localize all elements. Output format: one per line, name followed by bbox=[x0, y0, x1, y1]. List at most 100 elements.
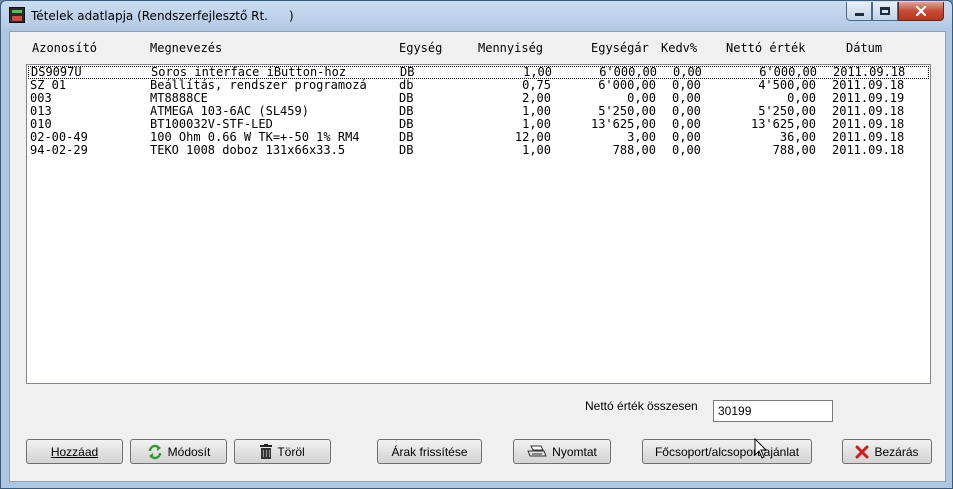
minimize-icon bbox=[854, 12, 864, 16]
list-item[interactable]: 013 ATMEGA 103-6AC (SL459) DB 1,00 5'250… bbox=[27, 105, 930, 118]
window-title: Tételek adatlapja (Rendszerfejlesztő Rt. bbox=[31, 9, 268, 23]
list-item[interactable]: 003 MT8888CE DB 2,00 0,00 0,00 0,00 2011… bbox=[27, 92, 930, 105]
item-id: 003 bbox=[30, 92, 52, 105]
list-item[interactable]: 94-02-29 TEKO 1008 doboz 131x66x33.5 DB … bbox=[27, 144, 930, 157]
item-quantity: 1,00 bbox=[523, 66, 552, 79]
item-id: 02-00-49 bbox=[30, 131, 88, 144]
item-unit-price: 5'250,00 bbox=[598, 105, 656, 118]
delete-button-label: Töröl bbox=[277, 444, 305, 459]
item-name: Beállítás, rendszer programozá bbox=[150, 79, 367, 92]
refresh-prices-label: Árak frissítése bbox=[391, 444, 468, 459]
minimize-button[interactable] bbox=[846, 2, 872, 21]
item-unit: DB bbox=[400, 66, 415, 79]
dialog-client-area: Azonosító Megnevezés Egység Mennyiség Eg… bbox=[9, 31, 946, 482]
column-header-discount: Kedv% bbox=[661, 41, 698, 55]
trash-icon bbox=[260, 444, 273, 459]
list-item[interactable]: DS9097U Soros interface iButton-hoz DB 1… bbox=[28, 66, 929, 79]
refresh-arrows-icon bbox=[148, 444, 161, 459]
item-id: 010 bbox=[30, 118, 52, 131]
item-id: 94-02-29 bbox=[30, 144, 88, 157]
list-item[interactable]: 010 BT100032V-STF-LED DB 1,00 13'625,00 … bbox=[27, 118, 930, 131]
window-title-suffix: ) bbox=[289, 9, 294, 23]
list-item[interactable]: 02-00-49 100 Ohm 0.66 W TK=+-50 1% RM4 D… bbox=[27, 131, 930, 144]
item-net-value: 4'500,00 bbox=[758, 79, 816, 92]
close-window-button[interactable] bbox=[898, 2, 944, 21]
item-date: 2011.09.19 bbox=[832, 92, 905, 105]
item-name: MT8888CE bbox=[150, 92, 208, 105]
item-unit-price: 6'000,00 bbox=[598, 79, 656, 92]
item-discount: 0,00 bbox=[673, 66, 702, 79]
item-unit-price: 13'625,00 bbox=[590, 118, 656, 131]
item-date: 2011.09.18 bbox=[833, 66, 906, 79]
item-unit-price: 3,00 bbox=[627, 131, 656, 144]
app-icon bbox=[9, 7, 25, 23]
item-quantity: 1,00 bbox=[522, 105, 551, 118]
printer-icon bbox=[527, 445, 547, 457]
item-name: BT100032V-STF-LED bbox=[150, 118, 273, 131]
item-quantity: 0,75 bbox=[522, 79, 551, 92]
item-discount: 0,00 bbox=[672, 79, 701, 92]
column-header-date: Dátum bbox=[846, 41, 883, 55]
item-unit-price: 6'000,00 bbox=[599, 66, 657, 79]
item-date: 2011.09.18 bbox=[832, 118, 905, 131]
item-unit-price: 0,00 bbox=[627, 92, 656, 105]
red-x-icon bbox=[855, 445, 869, 458]
group-offer-label: Főcsoport/alcsoport ajánlat bbox=[654, 444, 800, 459]
item-quantity: 2,00 bbox=[522, 92, 551, 105]
column-header-net-value: Nettó érték bbox=[726, 41, 806, 55]
refresh-prices-button[interactable]: Árak frissítése bbox=[377, 439, 482, 464]
column-header-unit-price: Egységár bbox=[591, 41, 649, 55]
item-id: SZ 01 bbox=[30, 79, 67, 92]
item-date: 2011.09.18 bbox=[832, 79, 905, 92]
print-button[interactable]: Nyomtat bbox=[513, 439, 611, 464]
item-discount: 0,00 bbox=[672, 118, 701, 131]
title-bar[interactable]: Tételek adatlapja (Rendszerfejlesztő Rt.… bbox=[1, 1, 952, 31]
item-name: TEKO 1008 doboz 131x66x33.5 bbox=[150, 144, 346, 157]
item-unit: DB bbox=[399, 144, 414, 157]
item-unit: DB bbox=[399, 118, 414, 131]
close-icon bbox=[915, 6, 927, 16]
item-id: 013 bbox=[30, 105, 52, 118]
item-net-value: 0,00 bbox=[787, 92, 816, 105]
item-quantity: 12,00 bbox=[514, 131, 551, 144]
print-button-label: Nyomtat bbox=[552, 444, 597, 459]
group-offer-button[interactable]: Főcsoport/alcsoport ajánlat bbox=[642, 439, 812, 464]
item-quantity: 1,00 bbox=[522, 144, 551, 157]
close-button-label: Bezárás bbox=[874, 444, 919, 459]
maximize-button[interactable] bbox=[872, 2, 898, 21]
item-discount: 0,00 bbox=[672, 92, 701, 105]
dialog-window: Tételek adatlapja (Rendszerfejlesztő Rt.… bbox=[0, 0, 953, 489]
item-unit-price: 788,00 bbox=[612, 144, 656, 157]
item-unit: DB bbox=[399, 131, 414, 144]
item-unit: DB bbox=[399, 105, 414, 118]
add-button[interactable]: Hozzáad bbox=[26, 439, 123, 464]
item-unit: db bbox=[399, 79, 414, 92]
item-discount: 0,00 bbox=[672, 105, 701, 118]
items-listbox[interactable]: DS9097U Soros interface iButton-hoz DB 1… bbox=[26, 64, 931, 384]
column-header-id: Azonosító bbox=[32, 41, 98, 55]
column-header-name: Megnevezés bbox=[150, 41, 223, 55]
column-header-unit: Egység bbox=[399, 41, 443, 55]
item-discount: 0,00 bbox=[672, 144, 701, 157]
edit-button-label: Módosít bbox=[167, 444, 211, 459]
net-total-field[interactable]: 30199 bbox=[713, 400, 833, 422]
close-button[interactable]: Bezárás bbox=[842, 439, 932, 464]
mouse-pointer-icon bbox=[754, 438, 768, 459]
maximize-icon bbox=[880, 7, 890, 15]
delete-button[interactable]: Töröl bbox=[234, 439, 331, 464]
item-net-value: 13'625,00 bbox=[750, 118, 816, 131]
item-name: ATMEGA 103-6AC (SL459) bbox=[150, 105, 309, 118]
add-button-label: Hozzáad bbox=[50, 444, 99, 459]
item-id: DS9097U bbox=[31, 66, 82, 79]
item-net-value: 6'000,00 bbox=[759, 66, 817, 79]
item-net-value: 5'250,00 bbox=[758, 105, 816, 118]
list-item[interactable]: SZ 01 Beállítás, rendszer programozá db … bbox=[27, 79, 930, 92]
item-date: 2011.09.18 bbox=[832, 144, 905, 157]
item-unit: DB bbox=[399, 92, 414, 105]
edit-button[interactable]: Módosít bbox=[130, 439, 227, 464]
net-total-label: Nettó érték összesen bbox=[585, 399, 698, 413]
item-discount: 0,00 bbox=[672, 131, 701, 144]
column-header-quantity: Mennyiség bbox=[478, 41, 544, 55]
item-quantity: 1,00 bbox=[522, 118, 551, 131]
item-date: 2011.09.18 bbox=[832, 105, 905, 118]
